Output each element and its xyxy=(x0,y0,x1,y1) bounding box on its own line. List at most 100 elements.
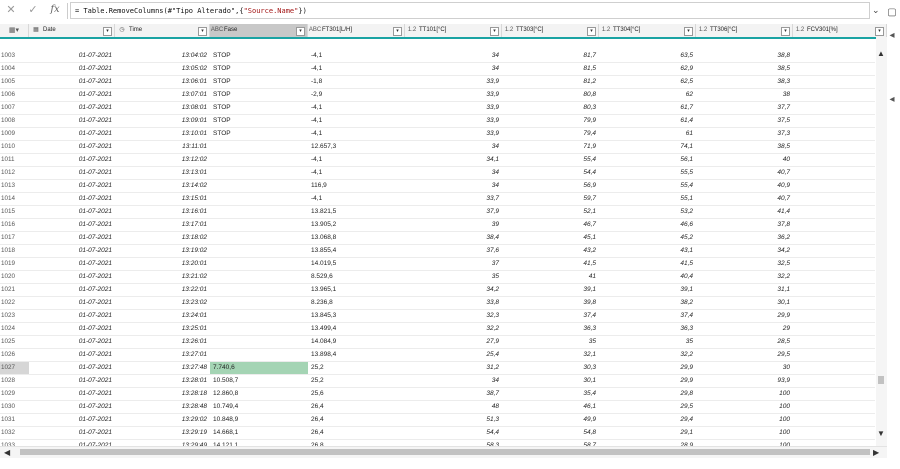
cell-t6[interactable]: 37,3 xyxy=(696,128,793,140)
cell-t6[interactable]: 31,1 xyxy=(696,284,793,296)
cell-t1[interactable]: 38,4 xyxy=(405,232,502,244)
cell-t6[interactable]: 36,2 xyxy=(696,232,793,244)
cell-date[interactable]: 01-07-2021 xyxy=(29,427,115,439)
cell-fase[interactable] xyxy=(210,271,308,283)
cell-time[interactable]: 13:27:48 xyxy=(115,362,210,374)
table-row[interactable]: 1030 01-07-2021 13:28:48 10.749,4 26,4 48 46,1… xyxy=(0,401,875,414)
cell-t1[interactable]: 39 xyxy=(405,219,502,231)
cell-t4[interactable]: 62,5 xyxy=(599,76,696,88)
table-row[interactable]: 1022 01-07-2021 13:23:02 8.236,8 33,8 39,8 38,… xyxy=(0,297,875,310)
cell-t3[interactable]: 37,4 xyxy=(502,310,599,322)
cell-ft[interactable]: 12.657,3 xyxy=(308,141,405,153)
cell-fase[interactable] xyxy=(210,193,308,205)
row-number[interactable]: 1026 xyxy=(0,349,29,361)
fx-icon[interactable]: fx xyxy=(48,3,62,17)
cell-t6[interactable]: 38,5 xyxy=(696,141,793,153)
cell-time[interactable]: 13:26:01 xyxy=(115,336,210,348)
cell-t6[interactable]: 32,5 xyxy=(696,258,793,270)
cell-t1[interactable]: 54,4 xyxy=(405,427,502,439)
cell-fase[interactable]: 14.668,1 xyxy=(210,427,308,439)
filter-dropdown-icon[interactable]: ▾ xyxy=(490,27,499,36)
table-row[interactable]: 1008 01-07-2021 13:09:01 STOP -4,1 33,9 79,9 61… xyxy=(0,115,875,128)
filter-dropdown-icon[interactable]: ▾ xyxy=(103,27,112,36)
type-icon[interactable]: 1.2 xyxy=(696,24,710,37)
cell-t3[interactable]: 54,4 xyxy=(502,167,599,179)
cell-fase[interactable]: STOP xyxy=(210,102,308,114)
scroll-left-icon[interactable]: ◀ xyxy=(4,447,10,458)
table-row[interactable]: 1016 01-07-2021 13:17:01 13.905,2 39 46,7 46,6… xyxy=(0,219,875,232)
filter-dropdown-icon[interactable]: ▾ xyxy=(875,27,884,36)
cell-ft[interactable]: 13.898,4 xyxy=(308,349,405,361)
cell-fcv[interactable] xyxy=(793,76,875,88)
type-icon[interactable]: 1.2 xyxy=(599,24,613,37)
cell-t6[interactable]: 38,5 xyxy=(696,63,793,75)
cell-fcv[interactable] xyxy=(793,375,875,387)
cell-time[interactable]: 13:24:01 xyxy=(115,310,210,322)
cell-fcv[interactable] xyxy=(793,154,875,166)
scroll-down-icon[interactable]: ▼ xyxy=(877,429,885,438)
cell-fcv[interactable] xyxy=(793,141,875,153)
cell-t3[interactable]: 41 xyxy=(502,271,599,283)
cell-t4[interactable]: 29,8 xyxy=(599,388,696,400)
table-row[interactable]: 1017 01-07-2021 13:18:02 13.068,8 38,4 45,1 45… xyxy=(0,232,875,245)
cell-ft[interactable]: 13.845,3 xyxy=(308,310,405,322)
table-row[interactable]: 1025 01-07-2021 13:26:01 14.084,9 27,9 35 35 28… xyxy=(0,336,875,349)
cell-fase[interactable] xyxy=(210,297,308,309)
table-row[interactable]: 1028 01-07-2021 13:28:01 10.508,7 25,2 34 30,1… xyxy=(0,375,875,388)
cell-time[interactable]: 13:07:01 xyxy=(115,89,210,101)
filter-dropdown-icon[interactable]: ▾ xyxy=(684,27,693,36)
cell-time[interactable]: 13:04:02 xyxy=(115,50,210,62)
column-header-date[interactable]: ▦ Date ▾ xyxy=(29,24,115,37)
cell-t6[interactable]: 28,5 xyxy=(696,336,793,348)
cell-t6[interactable]: 29 xyxy=(696,323,793,335)
cell-ft[interactable]: -4,1 xyxy=(308,115,405,127)
cell-t1[interactable]: 33,9 xyxy=(405,115,502,127)
cell-date[interactable]: 01-07-2021 xyxy=(29,310,115,322)
cell-t3[interactable]: 30,1 xyxy=(502,375,599,387)
row-number[interactable]: 1017 xyxy=(0,232,29,244)
cell-fase[interactable] xyxy=(210,206,308,218)
row-number[interactable]: 1021 xyxy=(0,284,29,296)
cell-t4[interactable]: 37,4 xyxy=(599,310,696,322)
cell-fcv[interactable] xyxy=(793,284,875,296)
cell-date[interactable]: 01-07-2021 xyxy=(29,336,115,348)
cell-t6[interactable]: 40,9 xyxy=(696,180,793,192)
cell-date[interactable]: 01-07-2021 xyxy=(29,76,115,88)
cell-time[interactable]: 13:05:02 xyxy=(115,63,210,75)
cell-time[interactable]: 13:06:01 xyxy=(115,76,210,88)
cell-t4[interactable]: 29,9 xyxy=(599,362,696,374)
type-icon[interactable]: ▦ xyxy=(29,24,43,37)
cell-ft[interactable]: 13.068,8 xyxy=(308,232,405,244)
cell-time[interactable]: 13:08:01 xyxy=(115,102,210,114)
cell-fase[interactable] xyxy=(210,349,308,361)
cell-fase[interactable] xyxy=(210,310,308,322)
cell-ft[interactable]: 8.236,8 xyxy=(308,297,405,309)
cell-time[interactable]: 13:18:02 xyxy=(115,232,210,244)
cell-fcv[interactable] xyxy=(793,258,875,270)
cell-date[interactable]: 01-07-2021 xyxy=(29,50,115,62)
cell-t3[interactable]: 45,1 xyxy=(502,232,599,244)
cell-ft[interactable]: 14.019,5 xyxy=(308,258,405,270)
cell-t3[interactable]: 80,3 xyxy=(502,102,599,114)
cell-date[interactable]: 01-07-2021 xyxy=(29,141,115,153)
cell-ft[interactable]: 13.965,1 xyxy=(308,284,405,296)
cell-fcv[interactable] xyxy=(793,297,875,309)
cell-t4[interactable]: 61,4 xyxy=(599,115,696,127)
cell-ft[interactable]: 13.499,4 xyxy=(308,323,405,335)
row-number[interactable]: 1009 xyxy=(0,128,29,140)
cell-t1[interactable]: 33,7 xyxy=(405,193,502,205)
cell-t6[interactable]: 40 xyxy=(696,154,793,166)
column-header-fcv301[interactable]: 1.2 FCV301[%] ▾ xyxy=(793,24,887,37)
cell-t1[interactable]: 34 xyxy=(405,50,502,62)
cell-fcv[interactable] xyxy=(793,50,875,62)
table-row[interactable]: 1026 01-07-2021 13:27:01 13.898,4 25,4 32,1 32… xyxy=(0,349,875,362)
cell-ft[interactable]: -4,1 xyxy=(308,63,405,75)
cell-t6[interactable]: 34,2 xyxy=(696,245,793,257)
cell-t3[interactable]: 49,9 xyxy=(502,414,599,426)
cell-fase[interactable]: STOP xyxy=(210,76,308,88)
row-number[interactable]: 1010 xyxy=(0,141,29,153)
cell-time[interactable]: 13:29:02 xyxy=(115,414,210,426)
cell-fase[interactable] xyxy=(210,180,308,192)
row-number[interactable]: 1003 xyxy=(0,50,29,62)
cell-t4[interactable]: 63,5 xyxy=(599,50,696,62)
